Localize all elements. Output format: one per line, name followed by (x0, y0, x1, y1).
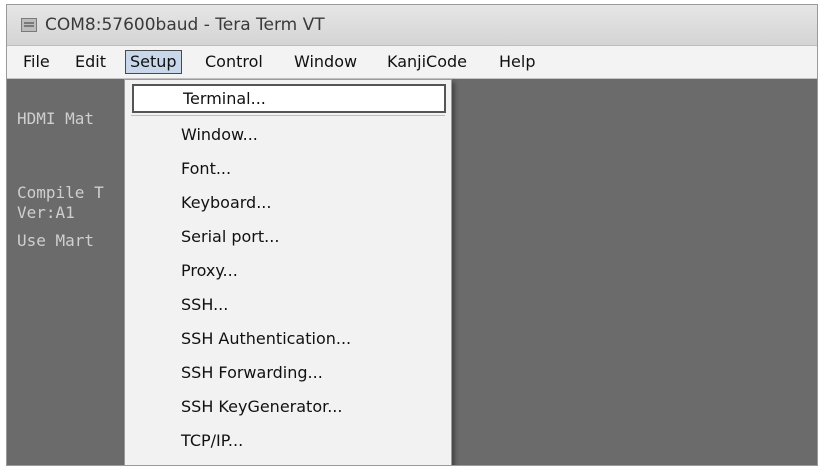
setup-menu-item-ssh[interactable]: SSH... (125, 290, 451, 319)
setup-menu-item-proxy[interactable]: Proxy... (125, 256, 451, 285)
setup-menu-item-keyboard[interactable]: Keyboard... (125, 188, 451, 217)
menu-window[interactable]: Window (290, 50, 361, 74)
terminal-app-icon (21, 18, 37, 32)
setup-menu-item-font[interactable]: Font... (125, 154, 451, 183)
setup-menu-item-terminal[interactable]: Terminal... (132, 84, 446, 113)
terminal-line: HDMI Mat (17, 109, 95, 128)
setup-menu-item-ssh-forwarding[interactable]: SSH Forwarding... (125, 358, 451, 387)
menu-setup[interactable]: Setup (125, 50, 182, 74)
menu-separator (131, 115, 445, 116)
setup-menu-item-general[interactable]: General... (125, 458, 451, 465)
menu-bar: File Edit Setup Control Window KanjiCode… (7, 45, 817, 79)
terminal-line: Use Mart (17, 231, 95, 250)
menu-help[interactable]: Help (495, 50, 539, 74)
tera-term-window: COM8:57600baud - Tera Term VT File Edit … (6, 4, 818, 466)
setup-dropdown-menu: Terminal... Window... Font... Keyboard..… (124, 79, 452, 465)
terminal-line: Compile T (17, 183, 104, 202)
setup-menu-item-serial-port[interactable]: Serial port... (125, 222, 451, 251)
setup-menu-item-ssh-keygenerator[interactable]: SSH KeyGenerator... (125, 392, 451, 421)
window-title: COM8:57600baud - Tera Term VT (45, 15, 325, 35)
menu-kanjicode[interactable]: KanjiCode (383, 50, 471, 74)
menu-control[interactable]: Control (201, 50, 267, 74)
menu-file[interactable]: File (19, 50, 54, 74)
title-bar[interactable]: COM8:57600baud - Tera Term VT (7, 5, 817, 45)
setup-menu-item-window[interactable]: Window... (125, 120, 451, 149)
setup-menu-item-tcpip[interactable]: TCP/IP... (125, 426, 451, 455)
terminal-line: Ver:A1 (17, 203, 75, 222)
setup-menu-item-ssh-authentication[interactable]: SSH Authentication... (125, 324, 451, 353)
menu-edit[interactable]: Edit (71, 50, 110, 74)
